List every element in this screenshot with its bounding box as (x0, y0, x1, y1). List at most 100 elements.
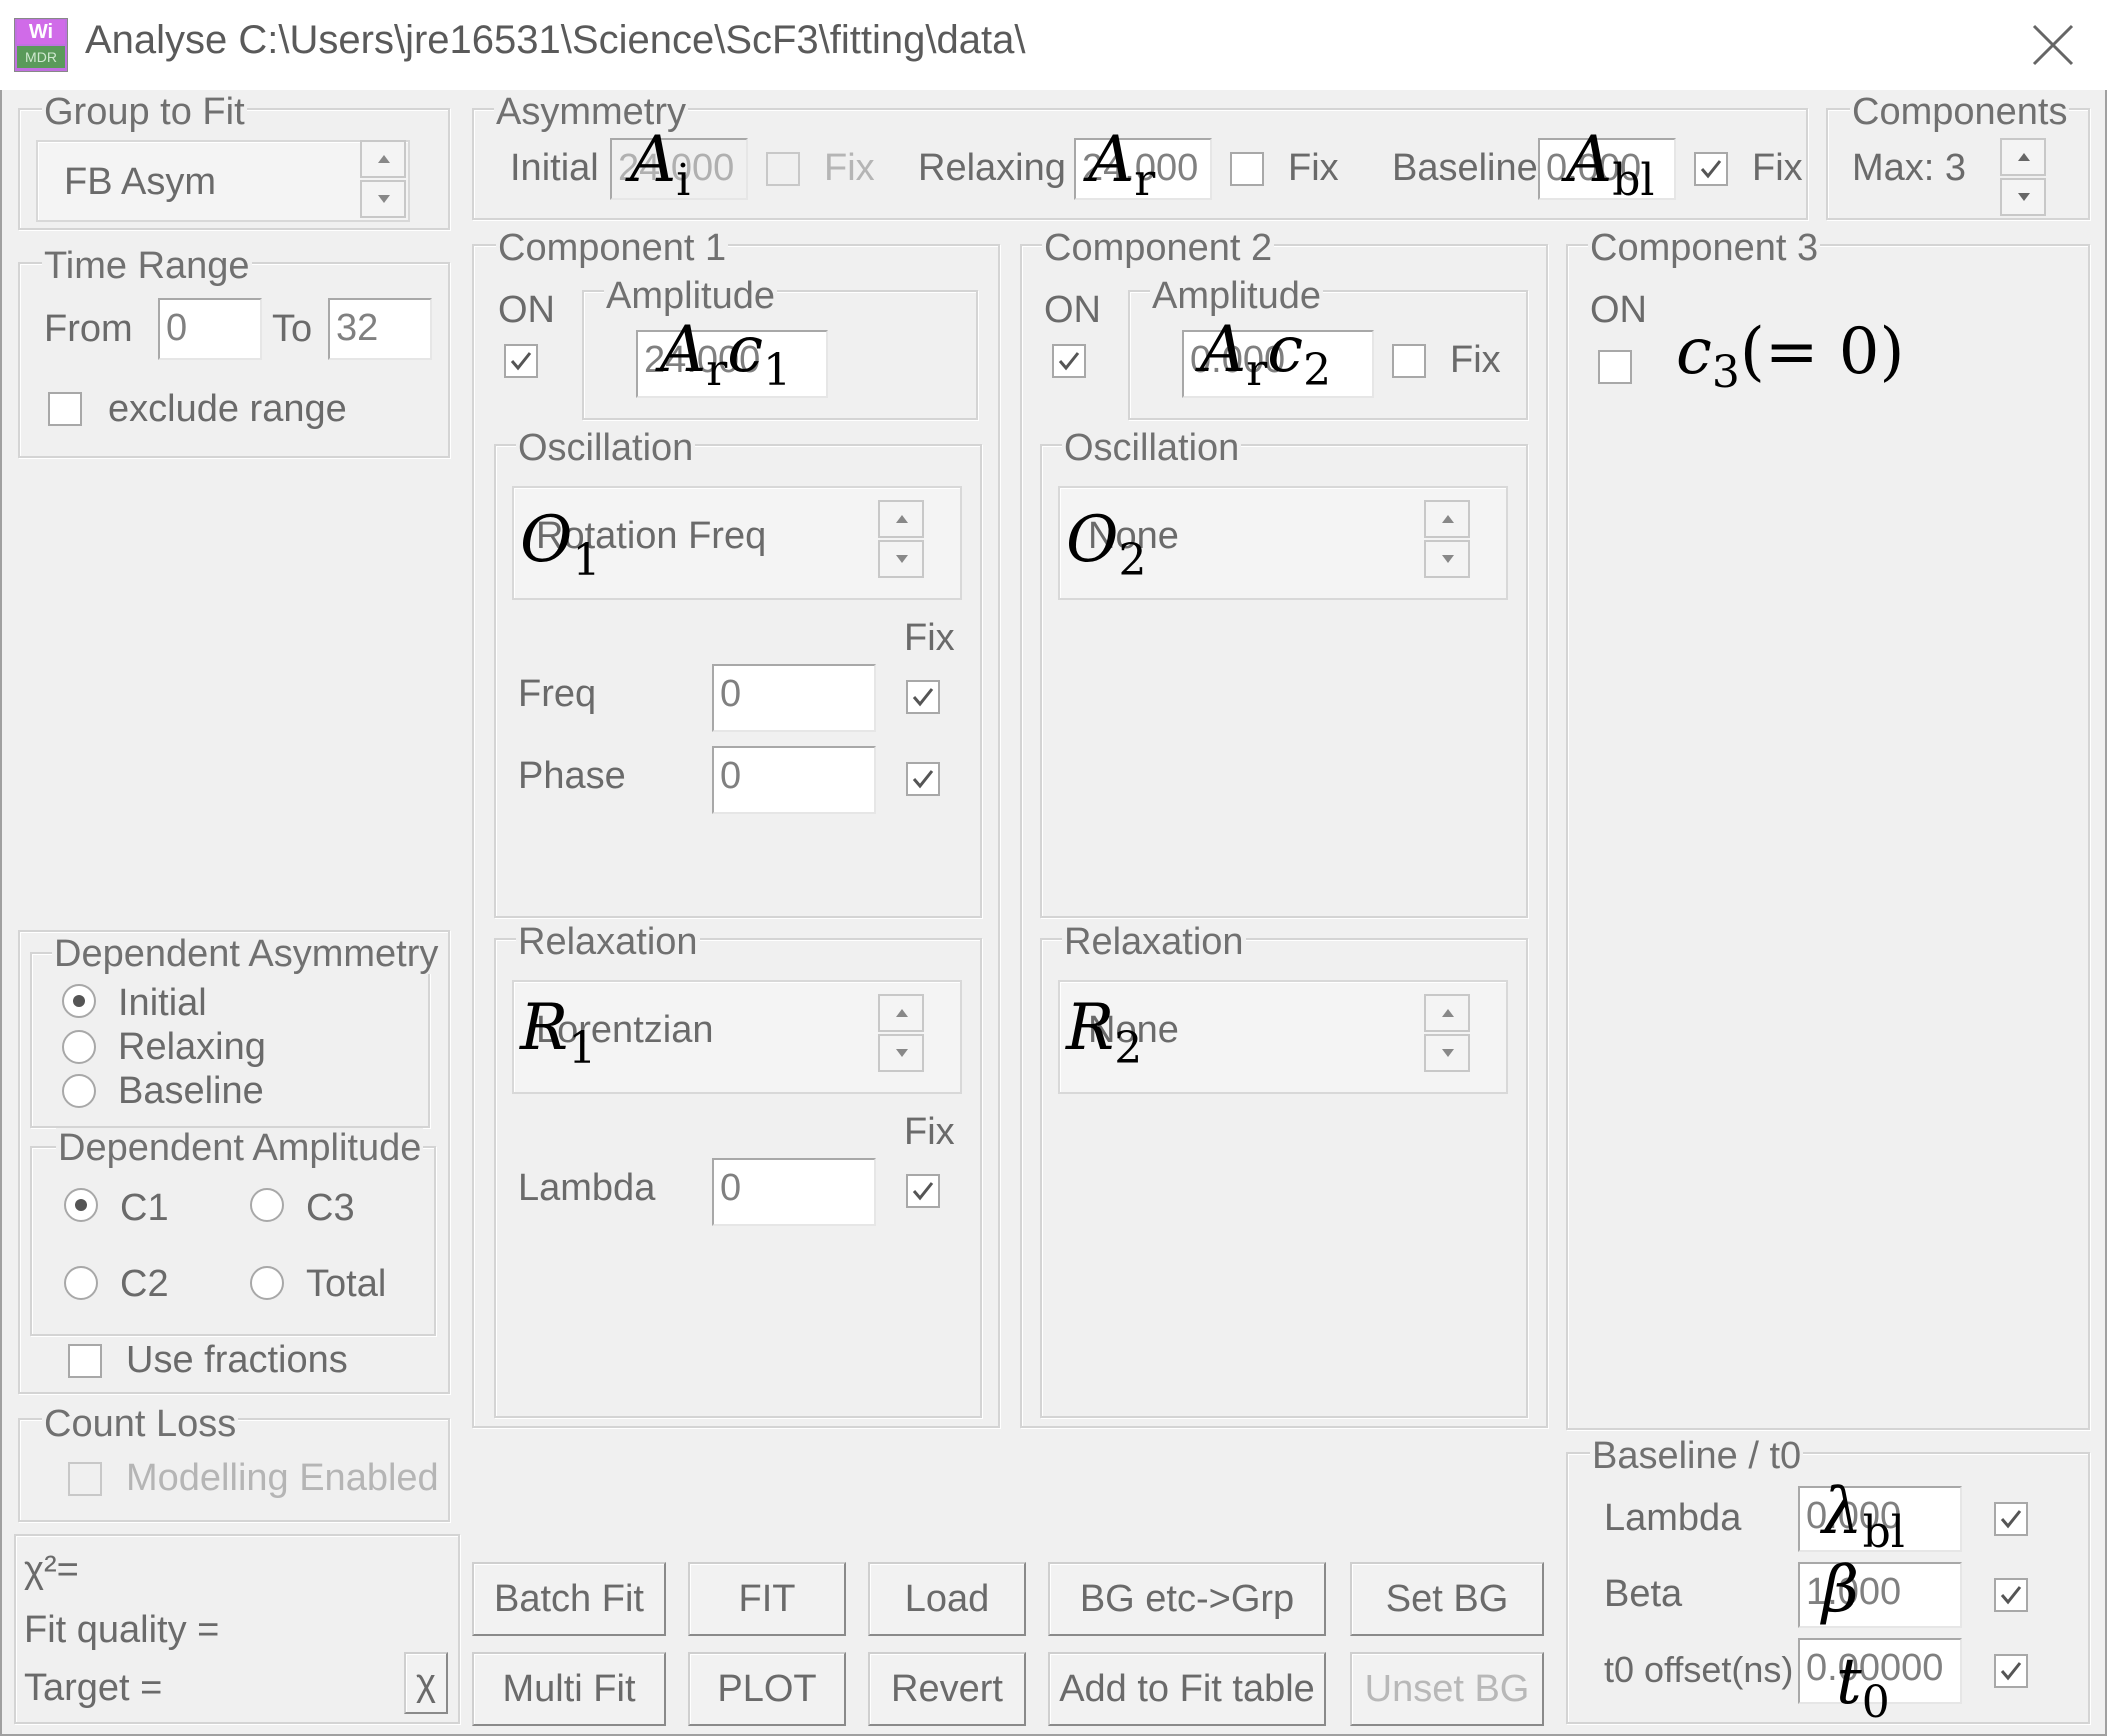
t0-offset-label: t0 offset(ns) (1604, 1649, 1794, 1690)
dep-amp-c3-radio[interactable] (250, 1188, 284, 1222)
freq-fix-checkbox[interactable] (906, 680, 940, 714)
check-icon (510, 352, 532, 371)
fit-button[interactable]: FIT (688, 1562, 846, 1636)
component2-on-checkbox[interactable] (1052, 344, 1086, 378)
component1-on-checkbox[interactable] (504, 344, 538, 378)
component1-relaxation-title: Relaxation (516, 921, 700, 963)
relaxing-fix-checkbox[interactable] (1230, 152, 1264, 186)
component1-on-label: ON (498, 289, 555, 331)
bg-etc-grp-button[interactable]: BG etc->Grp (1048, 1562, 1326, 1636)
exclude-range-checkbox[interactable] (48, 392, 82, 426)
load-button[interactable]: Load (868, 1562, 1026, 1636)
group-to-fit-value: FB Asym (64, 161, 217, 203)
phase-input[interactable]: 0 (712, 746, 876, 814)
target-label: Target = (24, 1667, 163, 1709)
dep-asym-baseline-label: Baseline (118, 1070, 264, 1112)
component2-relaxation-title: Relaxation (1062, 921, 1246, 963)
batch-fit-button[interactable]: Batch Fit (472, 1562, 666, 1636)
set-bg-button[interactable]: Set BG (1350, 1562, 1544, 1636)
add-to-fit-table-button[interactable]: Add to Fit table (1048, 1652, 1326, 1726)
chi-button[interactable]: χ (404, 1652, 448, 1714)
unset-bg-button[interactable]: Unset BG (1350, 1652, 1544, 1726)
dependent-amplitude-title: Dependent Amplitude (56, 1127, 424, 1169)
lambda-input[interactable]: 0 (712, 1158, 876, 1226)
dep-amp-c1-radio[interactable] (64, 1188, 98, 1222)
component2-oscillation-title: Oscillation (1062, 427, 1242, 469)
annotation-c3: c3(= 0) (1676, 315, 1905, 398)
multi-fit-button[interactable]: Multi Fit (472, 1652, 666, 1726)
modelling-enabled-label: Modelling Enabled (126, 1457, 439, 1499)
dep-asym-baseline-radio[interactable] (62, 1074, 96, 1108)
component3-on-checkbox[interactable] (1598, 350, 1632, 384)
spin-down-icon[interactable] (2000, 178, 2046, 216)
check-icon (2000, 1510, 2022, 1529)
spin-down-icon[interactable] (1424, 1034, 1470, 1072)
bl-lambda-fix-checkbox[interactable] (1994, 1502, 2028, 1536)
annotation-o2: O2 (1066, 503, 1147, 586)
phase-fix-checkbox[interactable] (906, 762, 940, 796)
component2-amplitude-fix-label: Fix (1450, 339, 1501, 381)
plot-button[interactable]: PLOT (688, 1652, 846, 1726)
baseline-fix-label: Fix (1752, 147, 1803, 189)
components-spinner[interactable] (2000, 138, 2046, 218)
dep-amp-c2-radio[interactable] (64, 1266, 98, 1300)
modelling-enabled-checkbox[interactable] (68, 1462, 102, 1496)
spin-up-icon[interactable] (1424, 994, 1470, 1032)
freq-input[interactable]: 0 (712, 664, 876, 732)
components-title: Components (1850, 91, 2070, 133)
component2-relaxation-spinner[interactable] (1424, 994, 1470, 1074)
spin-up-icon[interactable] (1424, 500, 1470, 538)
dep-asym-initial-radio[interactable] (62, 984, 96, 1018)
annotation-r1: R1 (520, 991, 597, 1074)
dep-amp-c3-label: C3 (306, 1187, 355, 1229)
freq-label: Freq (518, 673, 597, 715)
phase-label: Phase (518, 755, 626, 797)
dep-asym-relaxing-label: Relaxing (118, 1026, 266, 1068)
component2-oscillation-spinner[interactable] (1424, 500, 1470, 580)
spin-up-icon[interactable] (878, 500, 924, 538)
component1-relax-fix-label: Fix (904, 1111, 955, 1153)
spin-down-icon[interactable] (878, 540, 924, 578)
initial-fix-checkbox[interactable] (766, 152, 800, 186)
spin-up-icon[interactable] (878, 994, 924, 1032)
revert-button[interactable]: Revert (868, 1652, 1026, 1726)
from-input[interactable]: 0 (158, 298, 262, 360)
spin-up-icon[interactable] (360, 140, 406, 178)
count-loss-title: Count Loss (42, 1403, 239, 1445)
component2-amplitude-fix-checkbox[interactable] (1392, 344, 1426, 378)
dep-amp-total-radio[interactable] (250, 1266, 284, 1300)
time-range-title: Time Range (42, 245, 252, 287)
group-to-fit-spinner[interactable] (360, 140, 406, 220)
initial-fix-label: Fix (824, 147, 875, 189)
dep-asym-relaxing-radio[interactable] (62, 1030, 96, 1064)
check-icon (2000, 1662, 2022, 1681)
baseline-t0-title: Baseline / t0 (1590, 1435, 1804, 1477)
app-icon: Wi MDR (14, 18, 68, 72)
component3-on-label: ON (1590, 289, 1647, 331)
spin-down-icon[interactable] (360, 180, 406, 218)
dep-amp-c2-label: C2 (120, 1263, 169, 1305)
lambda-fix-checkbox[interactable] (906, 1174, 940, 1208)
beta-fix-checkbox[interactable] (1994, 1578, 2028, 1612)
component1-title: Component 1 (496, 227, 729, 269)
dependent-asymmetry-title: Dependent Asymmetry (52, 933, 441, 975)
beta-label: Beta (1604, 1573, 1683, 1615)
annotation-beta: β (1822, 1553, 1859, 1627)
to-input[interactable]: 32 (328, 298, 432, 360)
group-to-fit-title: Group to Fit (42, 91, 247, 133)
t0-fix-checkbox[interactable] (1994, 1654, 2028, 1688)
dep-amp-total-label: Total (306, 1263, 387, 1305)
component3-title: Component 3 (1588, 227, 1821, 269)
spin-up-icon[interactable] (2000, 138, 2046, 176)
title-bar: Wi MDR Analyse C:\Users\jre16531\Science… (0, 0, 2107, 90)
component1-relaxation-spinner[interactable] (878, 994, 924, 1074)
exclude-range-label: exclude range (108, 388, 347, 430)
component1-amplitude-title: Amplitude (604, 275, 777, 317)
use-fractions-checkbox[interactable] (68, 1344, 102, 1378)
spin-down-icon[interactable] (878, 1034, 924, 1072)
baseline-fix-checkbox[interactable] (1694, 152, 1728, 186)
component2-on-label: ON (1044, 289, 1101, 331)
spin-down-icon[interactable] (1424, 540, 1470, 578)
close-icon[interactable] (2030, 22, 2076, 68)
component1-oscillation-spinner[interactable] (878, 500, 924, 580)
